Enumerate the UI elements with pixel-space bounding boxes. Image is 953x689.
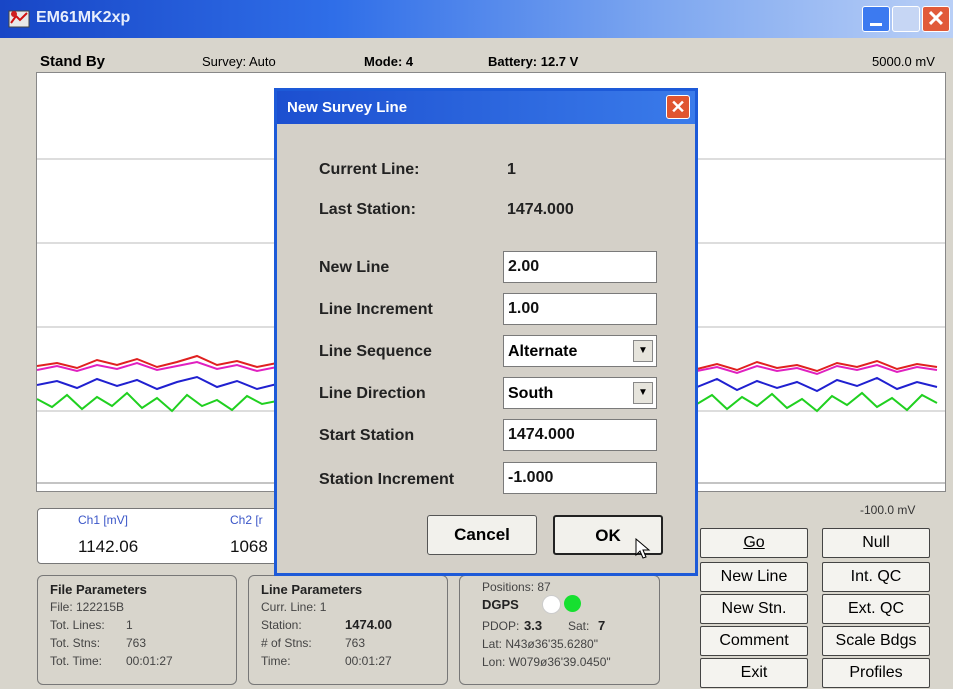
line-sequence-select[interactable]: Alternate ▼: [503, 335, 657, 367]
ext-qc-button[interactable]: Ext. QC: [822, 594, 930, 624]
ch2-label: Ch2 [r: [230, 513, 263, 527]
ch1-label: Ch1 [mV]: [78, 513, 129, 527]
comment-button[interactable]: Comment: [700, 626, 808, 656]
line-increment-label: Line Increment: [319, 301, 433, 318]
int-qc-label: Int. QC: [850, 568, 902, 585]
line-increment-input[interactable]: 1.00: [503, 293, 657, 325]
new-survey-line-dialog: New Survey Line ✕ Current Line: 1 Last S…: [274, 88, 698, 576]
station-value: 1474.00: [345, 617, 392, 632]
station-increment-label: Station Increment: [319, 471, 455, 488]
tot-stns-label: Tot. Stns:: [50, 636, 101, 650]
app-icon: [8, 10, 30, 28]
new-stn-button[interactable]: New Stn.: [700, 594, 808, 624]
int-qc-button[interactable]: Int. QC: [822, 562, 930, 592]
profiles-label: Profiles: [849, 664, 903, 681]
scale-bdgs-button[interactable]: Scale Bdgs: [822, 626, 930, 656]
close-button[interactable]: ✕: [922, 6, 950, 32]
dialog-title: New Survey Line: [287, 99, 408, 116]
current-line: Curr. Line: 1: [261, 600, 327, 614]
scale-bottom-label: -100.0 mV: [860, 503, 916, 517]
file-parameters-panel: File Parameters File: 122215B Tot. Lines…: [37, 575, 237, 685]
current-line-value: 1: [507, 161, 516, 178]
state-text: Stand By: [40, 53, 106, 70]
dialog-title-bar[interactable]: New Survey Line ✕: [277, 91, 695, 124]
line-sequence-value: Alternate: [508, 343, 578, 360]
new-line-input[interactable]: 2.00: [503, 251, 657, 283]
start-station-label: Start Station: [319, 427, 415, 444]
line-params-title: Line Parameters: [261, 582, 363, 597]
new-line-label: New Line: [720, 568, 788, 585]
longitude: Lon: W079ø36'39.0450": [482, 655, 611, 669]
tot-time-label: Tot. Time:: [50, 654, 103, 668]
start-station-input[interactable]: 1474.000: [503, 419, 657, 451]
tot-lines-label: Tot. Lines:: [50, 618, 105, 632]
dgps-label: DGPS: [482, 597, 519, 612]
time-label: Time:: [261, 654, 291, 668]
title-bar[interactable]: EM61MK2xp ✕: [0, 0, 953, 38]
chevron-down-icon[interactable]: ▼: [633, 340, 653, 362]
file-params-title: File Parameters: [50, 582, 147, 597]
channel-readout: Ch1 [mV] 1142.06 Ch2 [r 1068: [37, 508, 282, 564]
current-line-label: Current Line:: [319, 161, 420, 178]
cancel-button[interactable]: Cancel: [427, 515, 537, 555]
null-label: Null: [862, 534, 890, 551]
last-station-label: Last Station:: [319, 201, 416, 218]
maximize-button[interactable]: [892, 6, 920, 32]
exit-label: Exit: [740, 664, 768, 681]
exit-button[interactable]: Exit: [700, 658, 808, 688]
tot-stns-value: 763: [126, 636, 147, 650]
ok-label: OK: [595, 526, 621, 545]
num-stns-value: 763: [345, 636, 366, 650]
positions-count: Positions: 87: [482, 580, 551, 594]
comment-label: Comment: [719, 632, 789, 649]
chevron-down-icon[interactable]: ▼: [633, 382, 653, 404]
sat-label: Sat:: [568, 619, 590, 633]
battery-text: Battery: 12.7 V: [488, 54, 579, 69]
gps-panel: Positions: 87 DGPS PDOP: 3.3 Sat: 7 Lat:…: [459, 575, 660, 685]
line-direction-label: Line Direction: [319, 385, 426, 402]
new-line-button[interactable]: New Line: [700, 562, 808, 592]
scale-bdgs-label: Scale Bdgs: [835, 632, 917, 649]
ch2-value: 1068: [230, 537, 268, 556]
last-station-value: 1474.000: [507, 201, 574, 218]
pdop-value: 3.3: [524, 618, 543, 633]
survey-mode-text: Survey: Auto: [202, 54, 276, 69]
file-name: File: 122215B: [50, 600, 125, 614]
ch1-value: 1142.06: [78, 537, 139, 556]
latitude: Lat: N43ø36'35.6280": [482, 637, 598, 651]
station-increment-input[interactable]: -1.000: [503, 462, 657, 494]
profiles-button[interactable]: Profiles: [822, 658, 930, 688]
time-value: 00:01:27: [345, 654, 392, 668]
pdop-label: PDOP:: [482, 619, 520, 633]
null-button[interactable]: Null: [822, 528, 930, 558]
line-parameters-panel: Line Parameters Curr. Line: 1 Station: 1…: [248, 575, 448, 685]
new-line-label: New Line: [319, 259, 390, 276]
window-title: EM61MK2xp: [36, 9, 131, 26]
sat-value: 7: [598, 618, 606, 633]
num-stns-label: # of Stns:: [261, 636, 312, 650]
new-stn-label: New Stn.: [721, 600, 787, 617]
dialog-close-button[interactable]: ✕: [666, 95, 690, 119]
tot-lines-value: 1: [126, 618, 133, 632]
gps-indicator-white: [542, 595, 561, 614]
status-row: Stand By Survey: Auto Mode: 4 Battery: 1…: [20, 53, 950, 72]
line-sequence-label: Line Sequence: [319, 343, 432, 360]
ext-qc-label: Ext. QC: [847, 600, 904, 617]
mode-text: Mode: 4: [364, 54, 414, 69]
tot-time-value: 00:01:27: [126, 654, 173, 668]
line-direction-select[interactable]: South ▼: [503, 377, 657, 409]
go-label: Go: [743, 534, 765, 551]
line-direction-value: South: [508, 385, 554, 402]
mouse-cursor-icon: [635, 538, 651, 559]
minimize-button[interactable]: [862, 6, 890, 32]
station-label: Station:: [261, 618, 302, 632]
scale-top-label: 5000.0 mV: [872, 54, 935, 69]
go-button[interactable]: Go: [700, 528, 808, 558]
gps-indicator-green: [564, 595, 581, 612]
